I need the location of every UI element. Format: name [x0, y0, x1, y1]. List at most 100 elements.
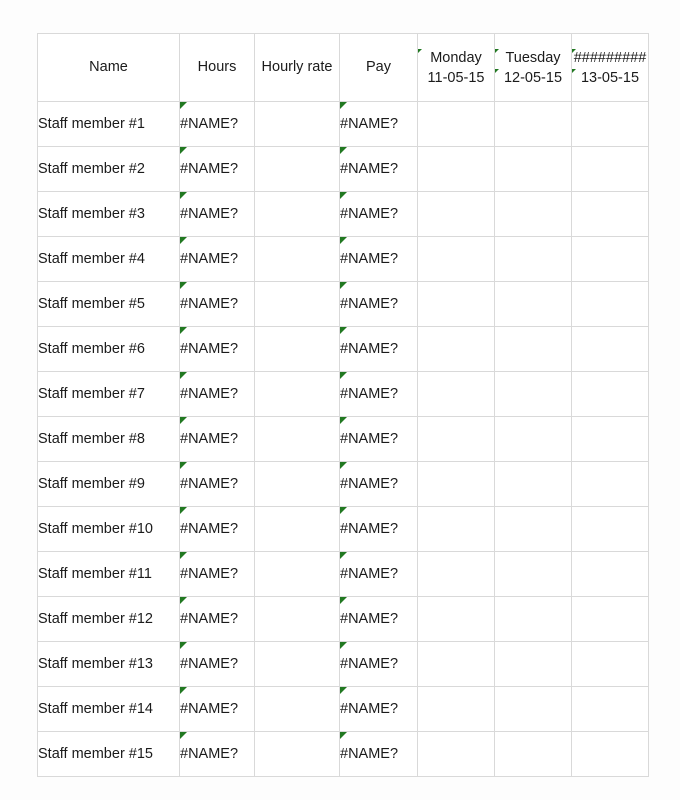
cell-day-1[interactable]: [417, 326, 495, 372]
cell-day-2[interactable]: [494, 416, 572, 462]
cell-hourly-rate[interactable]: [254, 281, 340, 327]
cell-day-2[interactable]: [494, 146, 572, 192]
cell-day-3[interactable]: [571, 596, 649, 642]
cell-hourly-rate[interactable]: [254, 191, 340, 237]
cell-day-1[interactable]: [417, 731, 495, 777]
cell-name[interactable]: Staff member #13: [37, 641, 180, 687]
cell-pay[interactable]: #NAME?: [339, 686, 418, 732]
cell-hours[interactable]: #NAME?: [179, 731, 255, 777]
cell-pay[interactable]: #NAME?: [339, 461, 418, 507]
cell-pay[interactable]: #NAME?: [339, 236, 418, 282]
cell-hourly-rate[interactable]: [254, 506, 340, 552]
cell-hourly-rate[interactable]: [254, 326, 340, 372]
cell-day-3[interactable]: [571, 326, 649, 372]
cell-day-3[interactable]: [571, 686, 649, 732]
cell-day-3[interactable]: [571, 461, 649, 507]
cell-hourly-rate[interactable]: [254, 551, 340, 597]
cell-hourly-rate[interactable]: [254, 101, 340, 147]
cell-day-1[interactable]: [417, 596, 495, 642]
cell-pay[interactable]: #NAME?: [339, 146, 418, 192]
cell-hours[interactable]: #NAME?: [179, 101, 255, 147]
cell-pay[interactable]: #NAME?: [339, 506, 418, 552]
column-header-day-3[interactable]: ######### 13-05-15: [571, 33, 649, 102]
cell-name[interactable]: Staff member #9: [37, 461, 180, 507]
cell-pay[interactable]: #NAME?: [339, 326, 418, 372]
cell-day-2[interactable]: [494, 461, 572, 507]
cell-day-3[interactable]: [571, 146, 649, 192]
cell-hourly-rate[interactable]: [254, 641, 340, 687]
cell-day-3[interactable]: [571, 551, 649, 597]
cell-pay[interactable]: #NAME?: [339, 371, 418, 417]
cell-day-3[interactable]: [571, 731, 649, 777]
cell-day-3[interactable]: [571, 191, 649, 237]
cell-day-3[interactable]: [571, 236, 649, 282]
cell-hours[interactable]: #NAME?: [179, 326, 255, 372]
cell-day-1[interactable]: [417, 461, 495, 507]
cell-hourly-rate[interactable]: [254, 236, 340, 282]
cell-hours[interactable]: #NAME?: [179, 236, 255, 282]
cell-pay[interactable]: #NAME?: [339, 641, 418, 687]
cell-name[interactable]: Staff member #4: [37, 236, 180, 282]
cell-name[interactable]: Staff member #11: [37, 551, 180, 597]
cell-day-1[interactable]: [417, 506, 495, 552]
cell-name[interactable]: Staff member #1: [37, 101, 180, 147]
cell-day-3[interactable]: [571, 281, 649, 327]
cell-name[interactable]: Staff member #5: [37, 281, 180, 327]
cell-day-2[interactable]: [494, 731, 572, 777]
cell-day-2[interactable]: [494, 101, 572, 147]
column-header-day-1[interactable]: Monday 11-05-15: [417, 33, 495, 102]
cell-hours[interactable]: #NAME?: [179, 281, 255, 327]
cell-hours[interactable]: #NAME?: [179, 596, 255, 642]
cell-hours[interactable]: #NAME?: [179, 191, 255, 237]
cell-day-2[interactable]: [494, 596, 572, 642]
cell-day-1[interactable]: [417, 146, 495, 192]
cell-hours[interactable]: #NAME?: [179, 146, 255, 192]
cell-pay[interactable]: #NAME?: [339, 551, 418, 597]
cell-day-1[interactable]: [417, 551, 495, 597]
cell-hours[interactable]: #NAME?: [179, 641, 255, 687]
column-header-hourly-rate[interactable]: Hourly rate: [254, 33, 340, 102]
cell-hours[interactable]: #NAME?: [179, 686, 255, 732]
cell-hourly-rate[interactable]: [254, 371, 340, 417]
cell-name[interactable]: Staff member #2: [37, 146, 180, 192]
column-header-day-2[interactable]: Tuesday 12-05-15: [494, 33, 572, 102]
cell-day-1[interactable]: [417, 641, 495, 687]
cell-hours[interactable]: #NAME?: [179, 506, 255, 552]
cell-day-2[interactable]: [494, 641, 572, 687]
cell-name[interactable]: Staff member #15: [37, 731, 180, 777]
cell-day-2[interactable]: [494, 686, 572, 732]
cell-day-3[interactable]: [571, 641, 649, 687]
cell-day-2[interactable]: [494, 191, 572, 237]
cell-pay[interactable]: #NAME?: [339, 191, 418, 237]
cell-pay[interactable]: #NAME?: [339, 731, 418, 777]
cell-hourly-rate[interactable]: [254, 686, 340, 732]
cell-day-2[interactable]: [494, 551, 572, 597]
cell-pay[interactable]: #NAME?: [339, 281, 418, 327]
cell-hours[interactable]: #NAME?: [179, 371, 255, 417]
cell-hourly-rate[interactable]: [254, 596, 340, 642]
cell-day-3[interactable]: [571, 101, 649, 147]
cell-name[interactable]: Staff member #7: [37, 371, 180, 417]
column-header-name[interactable]: Name: [37, 33, 180, 102]
cell-name[interactable]: Staff member #8: [37, 416, 180, 462]
cell-day-1[interactable]: [417, 191, 495, 237]
cell-pay[interactable]: #NAME?: [339, 101, 418, 147]
cell-name[interactable]: Staff member #3: [37, 191, 180, 237]
cell-hourly-rate[interactable]: [254, 461, 340, 507]
cell-name[interactable]: Staff member #12: [37, 596, 180, 642]
cell-day-1[interactable]: [417, 281, 495, 327]
cell-name[interactable]: Staff member #6: [37, 326, 180, 372]
cell-day-2[interactable]: [494, 371, 572, 417]
cell-hours[interactable]: #NAME?: [179, 461, 255, 507]
cell-pay[interactable]: #NAME?: [339, 416, 418, 462]
cell-hourly-rate[interactable]: [254, 416, 340, 462]
column-header-pay[interactable]: Pay: [339, 33, 418, 102]
cell-hourly-rate[interactable]: [254, 146, 340, 192]
cell-hours[interactable]: #NAME?: [179, 416, 255, 462]
column-header-hours[interactable]: Hours: [179, 33, 255, 102]
cell-hourly-rate[interactable]: [254, 731, 340, 777]
cell-day-2[interactable]: [494, 236, 572, 282]
cell-name[interactable]: Staff member #14: [37, 686, 180, 732]
cell-day-1[interactable]: [417, 236, 495, 282]
cell-day-3[interactable]: [571, 506, 649, 552]
